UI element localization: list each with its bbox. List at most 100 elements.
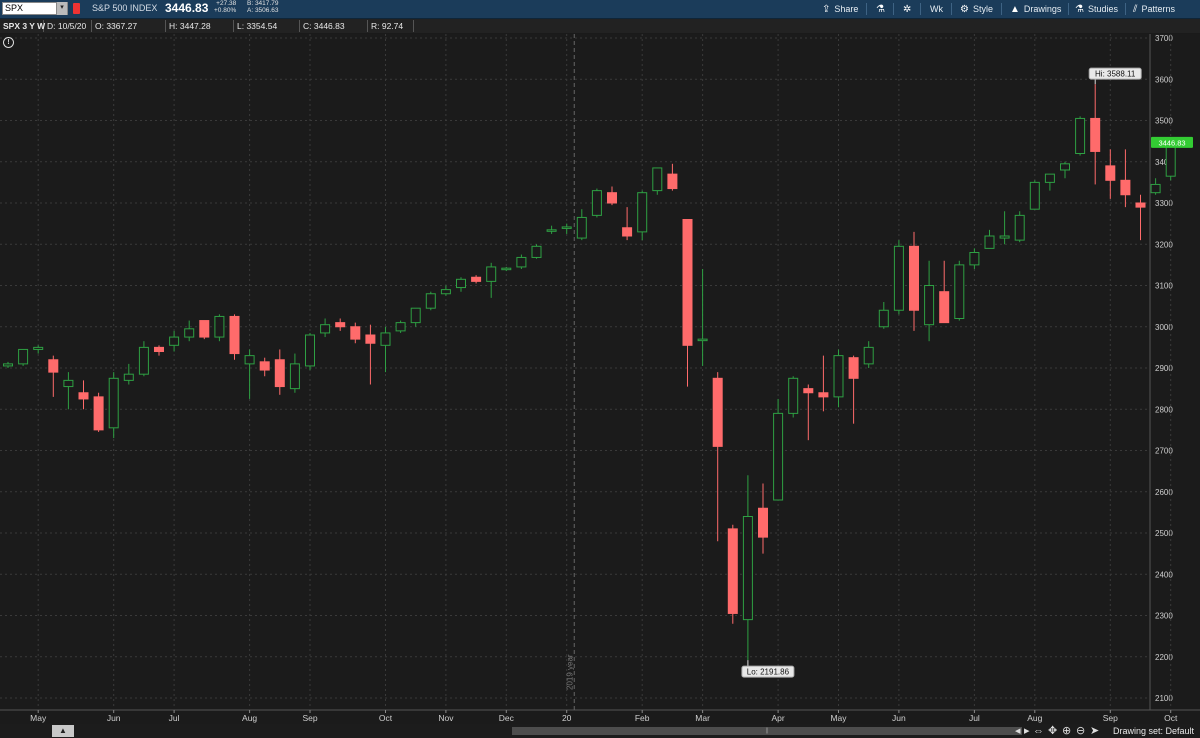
candle-body-up [652, 167, 663, 192]
candle-body-up [999, 235, 1010, 239]
x-tick-label: Jun [892, 713, 906, 723]
x-tick-label: 20 [562, 713, 572, 723]
x-tick-label: Jun [107, 713, 121, 723]
candle-body-down [1105, 165, 1116, 181]
candle-body-up [773, 412, 784, 501]
candle-body-up [863, 346, 874, 365]
x-tick-label: Sep [302, 713, 317, 723]
candle-body-up [123, 373, 134, 381]
candle-body-up [320, 324, 331, 334]
candle-body-up [456, 278, 466, 289]
candle-body-up [833, 355, 844, 398]
candle-body-down [471, 276, 482, 282]
candle-body-up [788, 377, 799, 414]
x-tick-label: May [30, 713, 47, 723]
candle-body-up [1075, 117, 1086, 154]
candle-body-down [48, 359, 59, 373]
candle-body-down [93, 396, 104, 431]
x-tick-label: Aug [1027, 713, 1042, 723]
candle-body-down [78, 392, 89, 400]
candle-body-down [1135, 202, 1146, 208]
candle-body-up [410, 307, 421, 324]
candle-body-up [637, 192, 648, 233]
candle-body-up [1029, 181, 1040, 210]
candle-body-up [184, 328, 195, 338]
info-icon[interactable]: ! [3, 37, 14, 48]
price-chart[interactable]: 2100220023002400250026002700280029003000… [0, 0, 1200, 738]
candle-body-down [848, 357, 859, 379]
candle-body-up [169, 336, 180, 346]
zoom-out-icon[interactable]: ⊖ [1076, 724, 1085, 738]
scrollbar-thumb[interactable]: || [512, 727, 1022, 735]
candle-body-up [1044, 173, 1055, 183]
candle-body-up [3, 363, 13, 367]
candle-body-down [154, 346, 164, 352]
x-tick-label: Oct [1164, 713, 1178, 723]
x-tick-label: Feb [635, 713, 650, 723]
zoom-in-icon[interactable]: ⊕ [1062, 724, 1071, 738]
candle-body-down [350, 326, 361, 340]
plot-area [0, 34, 1150, 710]
pan-icon[interactable]: ✥ [1048, 724, 1057, 738]
candle-body-up [1165, 142, 1176, 177]
candle-body-up [984, 235, 995, 249]
expand-horizontal-icon[interactable]: ⇔ [1033, 724, 1044, 738]
last-price-tag-label: 3446.83 [1158, 138, 1185, 147]
candle-body-up [531, 245, 542, 258]
x-tick-label: Aug [242, 713, 257, 723]
candle-body-down [622, 227, 633, 237]
candle-body-down [727, 528, 738, 614]
candle-body-up [561, 226, 572, 229]
x-tick-label: May [830, 713, 847, 723]
x-axis-area [0, 710, 1200, 724]
candle-body-up [969, 252, 980, 266]
candle-body-up [305, 334, 315, 367]
x-tick-label: Apr [771, 713, 784, 723]
candle-body-up [924, 285, 935, 326]
drawing-set-label[interactable]: Drawing set: Default [1113, 725, 1194, 737]
candle-body-down [607, 192, 617, 204]
x-tick-label: Jul [169, 713, 180, 723]
candle-body-down [712, 377, 723, 447]
candle-body-up [1150, 183, 1161, 194]
candle-body-up [516, 256, 527, 268]
candle-body-down [274, 359, 285, 388]
candle-body-down [365, 334, 376, 344]
candle-body-up [289, 363, 300, 390]
candle-body-up [108, 377, 119, 429]
x-tick-label: Mar [695, 713, 710, 723]
candle-body-down [667, 173, 678, 190]
expand-up-button[interactable]: ▲ [52, 725, 74, 737]
x-tick-label: Jul [969, 713, 980, 723]
candle-body-up [1060, 163, 1070, 171]
bottom-bar: ▲ || ◂ ▸ ⇔ ✥ ⊕ ⊖ ➤ Drawing set: Default [0, 724, 1200, 738]
scroll-right-icon[interactable]: ▸ [1024, 724, 1030, 738]
candle-body-up [33, 346, 44, 350]
candle-body-up [893, 245, 904, 311]
year-divider-label: 2019 year [565, 654, 574, 690]
candle-body-down [818, 392, 829, 398]
candle-body-up [1014, 214, 1025, 241]
cursor-icon[interactable]: ➤ [1090, 724, 1099, 738]
candle-body-up [395, 322, 406, 332]
candle-body-up [486, 266, 497, 282]
candle-body-down [758, 507, 768, 538]
candle-body-up [576, 216, 587, 239]
candle-body-up [380, 332, 391, 346]
candle-body-up [244, 355, 255, 365]
scroll-left-icon[interactable]: ◂ [1015, 724, 1021, 738]
candle-body-up [697, 338, 708, 342]
candle-body-down [939, 291, 950, 324]
x-tick-label: Nov [438, 713, 454, 723]
low-annotation: Lo: 2191.86 [747, 668, 790, 677]
candle-body-down [259, 361, 270, 371]
candle-body-up [878, 309, 889, 328]
high-annotation: Hi: 3588.11 [1095, 70, 1136, 79]
candle-body-down [803, 388, 814, 394]
candle-body-down [229, 315, 240, 355]
candle-body-down [199, 320, 210, 338]
candle-body-up [138, 346, 149, 375]
candle-body-up [425, 293, 436, 309]
x-tick-label: Sep [1103, 713, 1118, 723]
candle-body-down [335, 322, 346, 328]
